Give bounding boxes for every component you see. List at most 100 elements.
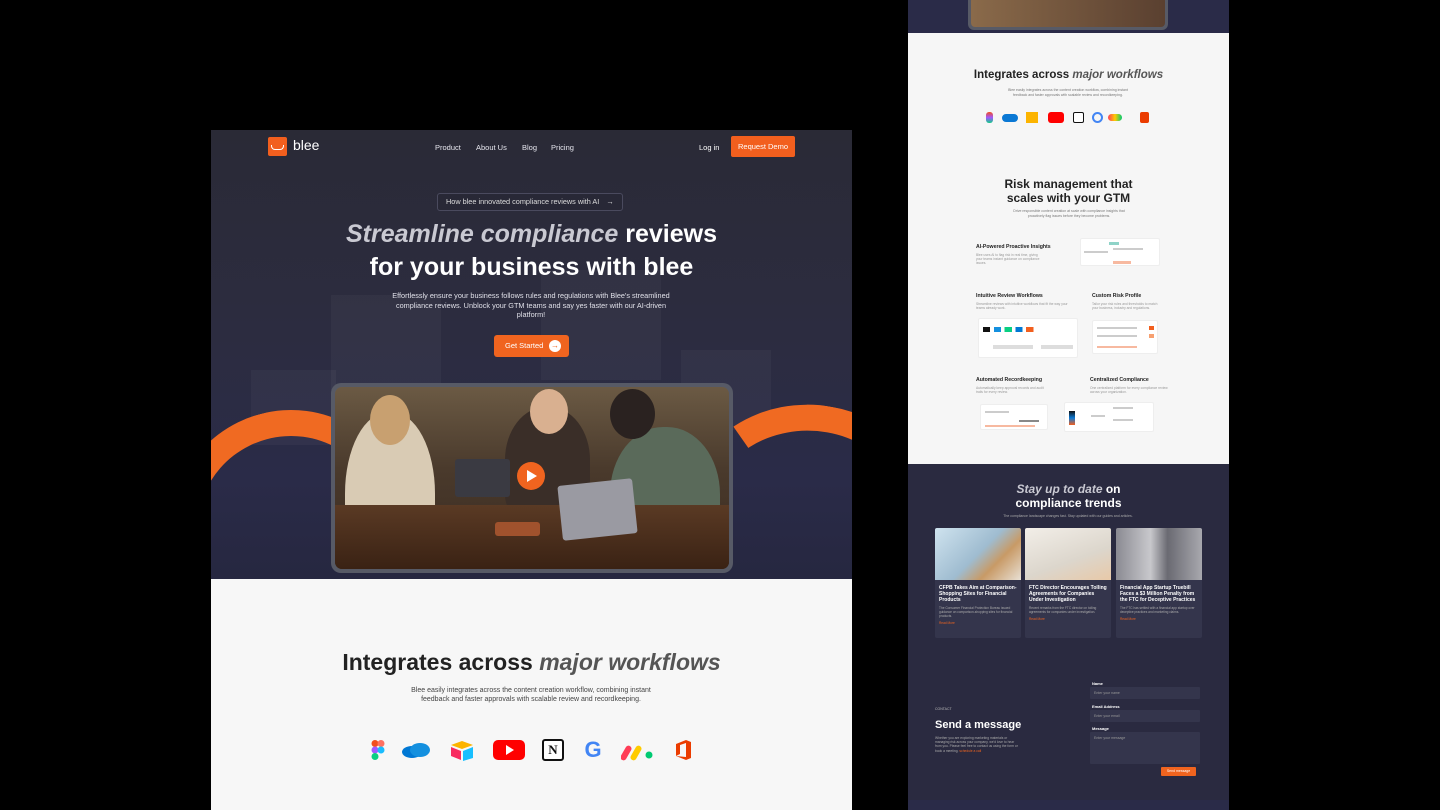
risk-title: Risk management that scales with your GT…: [908, 177, 1229, 205]
notion-icon[interactable]: N: [542, 739, 564, 761]
get-started-label: Get Started: [505, 341, 544, 350]
feature-title: Custom Risk Profile: [1092, 293, 1142, 299]
feature-text: Tailor your risk rules and thresholds to…: [1092, 302, 1158, 311]
feature-mockup: [1080, 238, 1160, 266]
news-card-image: [935, 528, 1021, 580]
table-surface: [335, 505, 729, 569]
news-title-italic: Stay up to date: [1016, 482, 1103, 496]
contact-kicker: CONTACT: [935, 707, 952, 711]
news-card-image: [1116, 528, 1202, 580]
top-nav: blee Product About Us Blog Pricing Log i…: [211, 136, 852, 170]
feature-title: AI-Powered Proactive Insights: [976, 244, 1051, 250]
integrations-title-plain: Integrates across: [342, 649, 533, 675]
hero-title-rest: reviews: [625, 220, 718, 248]
request-demo-button[interactable]: Request Demo: [731, 136, 795, 157]
hero-subtitle: Effortlessly ensure your business follow…: [392, 291, 670, 319]
logo-text[interactable]: blee: [293, 137, 319, 153]
nav-link-pricing[interactable]: Pricing: [551, 143, 574, 152]
person-left-hair: [370, 395, 410, 445]
person-center-face: [530, 389, 568, 434]
nav-link-blog[interactable]: Blog: [522, 143, 537, 152]
youtube-icon[interactable]: [493, 739, 525, 761]
feature-title: Centralized Compliance: [1090, 377, 1149, 383]
news-card-image: [1025, 528, 1111, 580]
google-icon[interactable]: G: [582, 739, 604, 761]
video-frame: [331, 383, 733, 573]
monday-icon[interactable]: [621, 739, 655, 761]
preview-hero-bottom: [908, 0, 1229, 33]
feature-text: One centralized platform for every compl…: [1090, 386, 1168, 395]
feature-text: Blee uses AI to flag risk in real time, …: [976, 253, 1040, 266]
name-field[interactable]: Enter your name: [1090, 687, 1200, 699]
play-icon[interactable]: [517, 462, 545, 490]
hero-section: blee Product About Us Blog Pricing Log i…: [211, 130, 852, 579]
risk-title-line1: Risk management that: [1004, 177, 1133, 191]
integrations-title: Integrates across major workflows: [211, 649, 852, 676]
risk-subtitle: Drive responsible content creation at sc…: [1013, 209, 1125, 218]
news-title-line2: compliance trends: [1015, 496, 1122, 510]
centralized-mockup: [1064, 402, 1154, 432]
monday-icon: [1108, 114, 1122, 121]
office-icon[interactable]: [672, 739, 694, 761]
news-card[interactable]: FTC Director Encourages Tolling Agreemen…: [1025, 528, 1111, 638]
nav-link-product[interactable]: Product: [435, 143, 461, 152]
announcement-pill[interactable]: How blee innovated compliance reviews wi…: [437, 193, 623, 211]
news-card-text: Recent remarks from the FTC director on …: [1029, 606, 1097, 614]
airtable-icon[interactable]: [449, 739, 475, 761]
news-title-rest: on: [1105, 482, 1121, 496]
news-card-title: Financial App Startup Truebill Faces a $…: [1120, 585, 1196, 603]
risk-profile-mockup: [1092, 320, 1158, 354]
workflow-mockup: [978, 318, 1078, 358]
airtable-icon: [1026, 112, 1038, 123]
nav-link-about-us[interactable]: About Us: [476, 143, 507, 152]
read-more-link[interactable]: Read More: [1116, 614, 1202, 621]
message-label: Message: [1092, 726, 1109, 731]
notion-icon: [1073, 112, 1084, 123]
full-page-preview: Integrates across major workflows Blee e…: [908, 0, 1229, 810]
hero-title-line2: for your business with blee: [369, 253, 694, 281]
news-subtitle: The compliance landscape changes fast. S…: [1003, 514, 1133, 518]
arrow-right-icon: →: [606, 197, 614, 206]
integrations-section: Integrates across major workflows Blee e…: [211, 579, 852, 810]
preview-integrations-subtitle: Blee easily integrates across the conten…: [1008, 88, 1128, 97]
name-label: Name: [1092, 681, 1103, 686]
preview-video-frame: [968, 0, 1168, 30]
read-more-link[interactable]: Read More: [935, 618, 1021, 625]
news-card-title: FTC Director Encourages Tolling Agreemen…: [1029, 585, 1107, 603]
preview-integrations-title: Integrates across major workflows: [908, 69, 1229, 81]
read-more-link[interactable]: Read More: [1025, 614, 1111, 621]
laptop-right: [557, 478, 638, 541]
contact-text: Whether you are exploring marketing mate…: [935, 736, 1020, 753]
bg-grid-tile: [541, 270, 661, 380]
notebook: [495, 522, 540, 536]
send-message-button[interactable]: Send message: [1161, 767, 1196, 776]
news-card-text: The FTC has settled with a financial app…: [1120, 606, 1195, 614]
schedule-call-link[interactable]: schedule a call: [959, 749, 981, 753]
get-started-button[interactable]: Get Started →: [494, 335, 569, 357]
risk-title-line2: scales with your GTM: [1006, 191, 1131, 205]
onedrive-icon[interactable]: [400, 739, 432, 761]
hero-title-italic: Streamline compliance: [345, 220, 619, 248]
login-link[interactable]: Log in: [699, 143, 719, 152]
figma-icon[interactable]: [367, 739, 389, 761]
laptop-left: [455, 459, 510, 497]
preview-footer-edge: [908, 800, 1229, 810]
feature-text: Streamline reviews with intuitive workfl…: [976, 302, 1068, 311]
feature-text: Automatically keep approval records and …: [976, 386, 1044, 395]
arrow-right-icon: →: [549, 340, 561, 352]
news-card[interactable]: Financial App Startup Truebill Faces a $…: [1116, 528, 1202, 638]
youtube-icon: [1048, 112, 1064, 123]
news-card[interactable]: CFPB Takes Aim at Comparison-Shopping Si…: [935, 528, 1021, 638]
hero-video[interactable]: [335, 387, 729, 569]
feature-title: Automated Recordkeeping: [976, 377, 1043, 383]
hero-title: Streamline compliance reviews: [211, 220, 852, 249]
office-icon: [1140, 112, 1149, 123]
news-card-title: CFPB Takes Aim at Comparison-Shopping Si…: [939, 585, 1017, 603]
google-icon: [1092, 112, 1103, 123]
preview-integrations-title-italic: major workflows: [1072, 69, 1164, 81]
news-title: Stay up to date on compliance trends: [908, 482, 1229, 510]
email-field[interactable]: Enter your email: [1090, 710, 1200, 722]
logo-icon[interactable]: [268, 137, 287, 156]
message-field[interactable]: Enter your message: [1090, 732, 1200, 764]
email-label: Email Address: [1092, 704, 1120, 709]
